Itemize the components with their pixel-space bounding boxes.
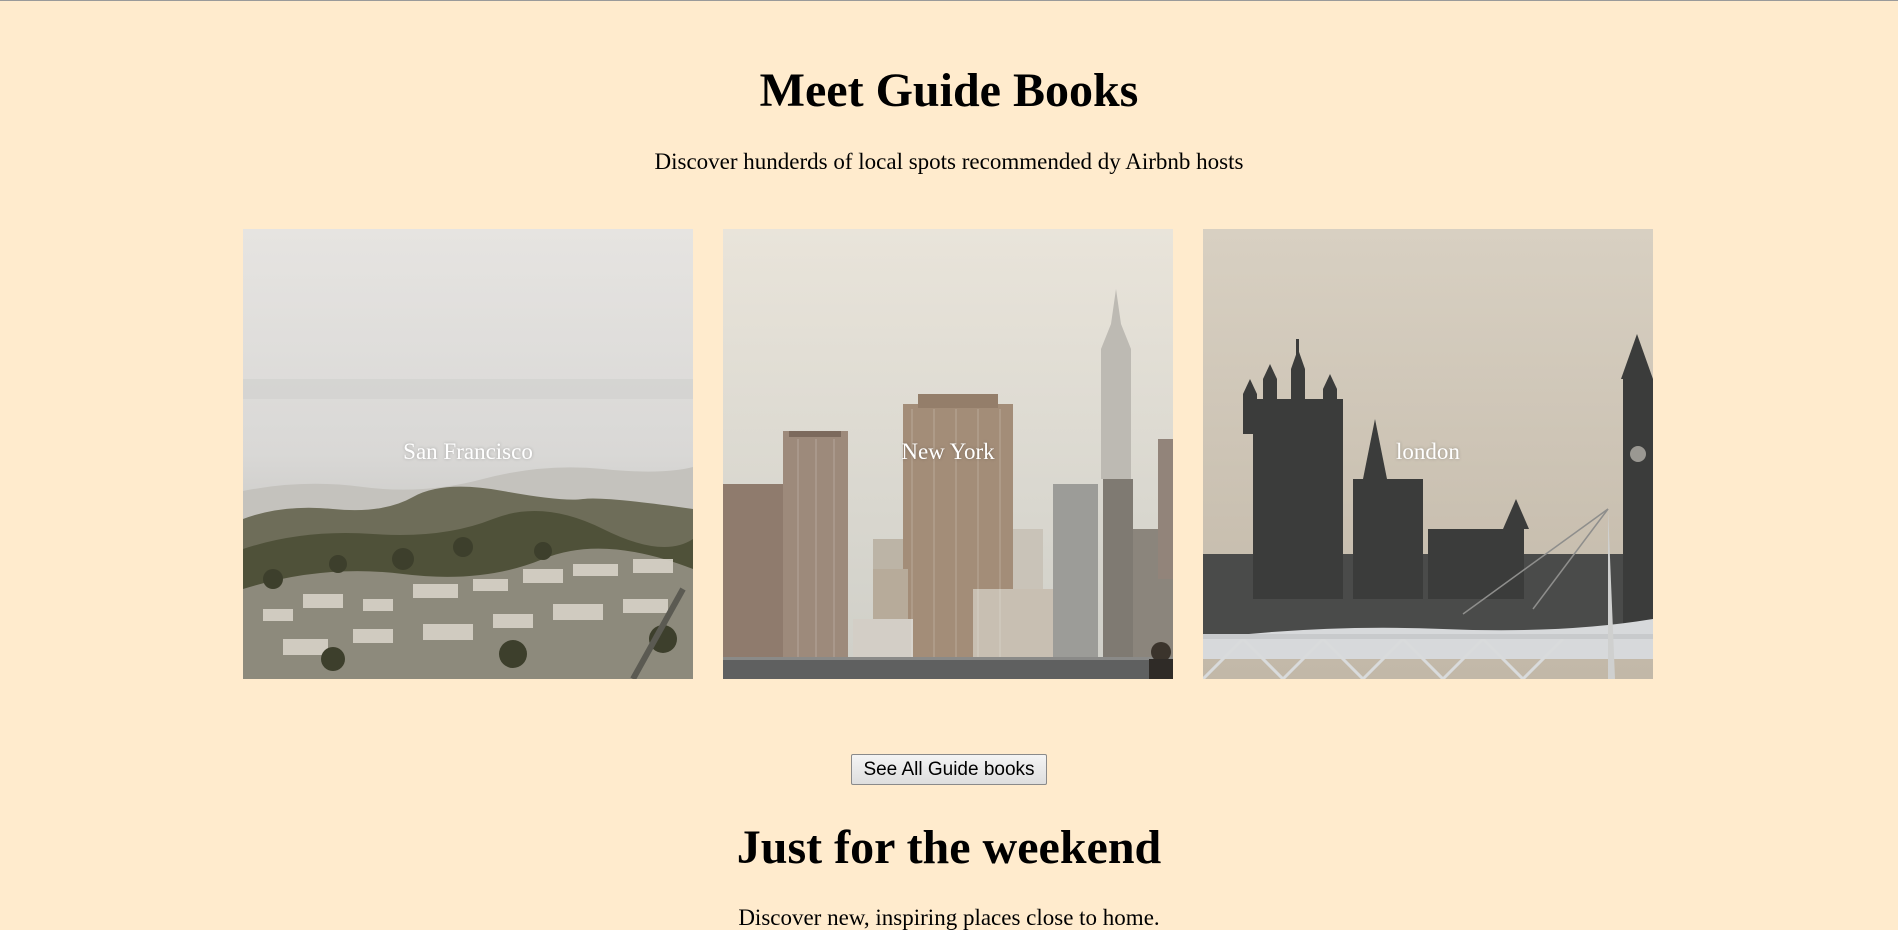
san-francisco-label: San Francisco [403,439,533,464]
new-york-label: New York [901,439,995,464]
guide-card-new-york[interactable]: New York [723,229,1173,679]
weekend-subtitle-wrap: Discover new, inspiring places close to … [0,906,1898,929]
weekend-subtitle: Discover new, inspiring places close to … [738,905,1160,930]
weekend-title: Just for the weekend [736,821,1162,874]
top-border [0,0,1898,1]
guide-books-title: Meet Guide Books [759,64,1139,117]
guide-books-section-header: Meet Guide Books [0,67,1898,115]
see-all-guide-books-button[interactable]: See All Guide books [851,754,1047,785]
guide-card-san-francisco[interactable]: San Francisco [243,229,693,679]
guide-books-subtitle-wrap: Discover hunderds of local spots recomme… [0,150,1898,173]
see-all-wrap: See All Guide books [0,754,1898,785]
guide-card-london[interactable]: london [1203,229,1653,679]
london-label: london [1396,439,1460,464]
guide-book-cards: San Francisco New York london [243,229,1654,679]
weekend-section-header: Just for the weekend [0,824,1898,872]
guide-books-subtitle: Discover hunderds of local spots recomme… [654,149,1244,174]
